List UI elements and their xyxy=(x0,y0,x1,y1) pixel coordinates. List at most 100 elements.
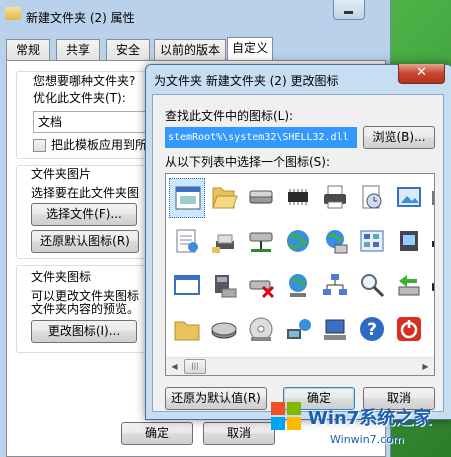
horizontal-scrollbar[interactable]: ◀ ||| ▶ xyxy=(166,357,434,375)
icon-cell[interactable] xyxy=(317,266,353,306)
minimize-button[interactable] xyxy=(333,0,365,20)
network-doc-icon xyxy=(212,234,234,253)
icon-cell[interactable] xyxy=(169,266,205,306)
minimize-icon xyxy=(344,11,353,14)
find-icons-label: 查找此文件中的图标(L): xyxy=(165,109,294,123)
icon-cell[interactable] xyxy=(428,266,434,306)
folder-icon xyxy=(174,321,200,341)
grid-doc-icon xyxy=(360,230,384,252)
icon-cell[interactable] xyxy=(169,178,205,218)
dialog-title: 为文件夹 新建文件夹 (2) 更改图标 xyxy=(154,74,339,88)
icon-cell[interactable] xyxy=(391,310,427,350)
folder-icons-heading: 文件夹图标 xyxy=(31,270,92,284)
green-arrow-icon xyxy=(398,275,420,296)
windows-logo-icon xyxy=(271,402,301,430)
network-icon xyxy=(326,230,348,254)
folder-icons-desc-2: 文件夹内容的预览。 xyxy=(31,302,140,316)
icon-cell[interactable] xyxy=(169,222,205,262)
drive-network-icon xyxy=(249,232,273,252)
scroll-thumb[interactable]: ||| xyxy=(184,359,206,374)
icon-cell[interactable] xyxy=(391,178,427,218)
icon-cell[interactable] xyxy=(280,178,316,218)
icon-cell[interactable] xyxy=(428,178,434,218)
icon-cell[interactable] xyxy=(317,222,353,262)
icon-cell[interactable] xyxy=(354,178,390,218)
app-window-icon xyxy=(400,231,418,251)
watermark-brand: Win7系统之家 xyxy=(308,408,432,429)
icon-list[interactable]: ? ◀ ||| ▶ xyxy=(165,173,435,376)
apply-template-label: 把此模板应用到所 xyxy=(51,138,148,152)
icon-file-path-input[interactable]: stemRoot%\system32\SHELL32.dll xyxy=(165,127,357,148)
icon-cell[interactable] xyxy=(317,310,353,350)
network-computer-icon xyxy=(287,319,311,339)
tab-security[interactable]: 安全 xyxy=(106,39,150,60)
scroll-right-arrow-icon[interactable]: ▶ xyxy=(417,358,434,375)
icon-cell[interactable] xyxy=(206,222,242,262)
change-icon-dialog: 为文件夹 新建文件夹 (2) 更改图标 ✕ 查找此文件中的图标(L): stem… xyxy=(145,64,451,420)
monitor-icon xyxy=(324,319,346,340)
icon-cell[interactable] xyxy=(243,266,279,306)
icon-cell[interactable] xyxy=(243,222,279,262)
tab-previous-versions[interactable]: 以前的版本 xyxy=(154,39,226,60)
icon-cell[interactable] xyxy=(206,310,242,350)
icon-cell[interactable] xyxy=(280,266,316,306)
icon-cell[interactable] xyxy=(354,222,390,262)
drive-x-icon xyxy=(249,280,275,299)
optimize-question: 您想要哪种文件夹? xyxy=(33,74,136,88)
shortcut-icon xyxy=(432,241,434,247)
network-icon xyxy=(323,274,347,295)
folder-open-icon xyxy=(212,187,238,209)
icon-cell[interactable] xyxy=(206,266,242,306)
cancel-button[interactable]: 取消 xyxy=(203,422,275,445)
printer-icon xyxy=(324,185,346,209)
site-watermark: Win7系统之家 Winwin7.com xyxy=(268,396,451,457)
image-icon xyxy=(397,187,421,207)
tab-sharing[interactable]: 共享 xyxy=(56,39,100,60)
magnifier-icon xyxy=(361,274,385,298)
globe-icon xyxy=(287,230,310,252)
icon-cell[interactable] xyxy=(391,266,427,306)
icon-cell[interactable] xyxy=(243,178,279,218)
choose-file-button[interactable]: 选择文件(F)... xyxy=(31,203,137,226)
apply-template-checkbox[interactable] xyxy=(33,139,46,152)
tab-customize[interactable]: 自定义 xyxy=(227,37,273,61)
chip-icon xyxy=(288,189,308,205)
change-icon-button[interactable]: 更改图标(I)... xyxy=(31,320,137,343)
cd-icon xyxy=(249,317,273,341)
globe-icon xyxy=(289,274,308,297)
watermark-url: Winwin7.com xyxy=(330,433,404,446)
folder-icon xyxy=(5,7,21,20)
dialog-body: 查找此文件中的图标(L): stemRoot%\system32\SHELL32… xyxy=(152,94,444,412)
icon-cell[interactable] xyxy=(354,266,390,306)
icon-cell[interactable] xyxy=(243,310,279,350)
clock-doc-icon xyxy=(362,185,382,209)
app-window-icon xyxy=(174,275,200,295)
disc-icon xyxy=(432,283,434,291)
icon-cell[interactable] xyxy=(169,310,205,350)
svg-text:?: ? xyxy=(367,320,377,340)
drive-icon xyxy=(249,190,273,204)
drive-icon xyxy=(211,322,237,339)
power-icon xyxy=(397,317,421,341)
ok-button[interactable]: 确定 xyxy=(121,422,193,445)
browse-button[interactable]: 浏览(B)... xyxy=(363,126,435,149)
folder-pictures-heading: 文件夹图片 xyxy=(31,167,92,181)
help-icon: ? xyxy=(360,317,384,341)
icon-cell[interactable] xyxy=(391,222,427,262)
restore-defaults-button[interactable]: 还原为默认值(R) xyxy=(165,387,267,410)
icon-cell[interactable] xyxy=(280,310,316,350)
shield-settings-icon xyxy=(176,229,198,253)
tab-general[interactable]: 常规 xyxy=(6,39,50,60)
drive-network-icon xyxy=(215,275,237,298)
icon-cell[interactable] xyxy=(280,222,316,262)
icon-cell[interactable] xyxy=(428,222,434,262)
optimize-label: 优化此文件夹(T): xyxy=(33,91,126,105)
close-button[interactable]: ✕ xyxy=(398,64,445,84)
folder-pictures-text: 选择要在此文件夹图 xyxy=(31,186,140,200)
icon-cell[interactable] xyxy=(206,178,242,218)
folder-icon xyxy=(432,191,434,205)
scroll-left-arrow-icon[interactable]: ◀ xyxy=(166,358,183,375)
icon-cell[interactable] xyxy=(317,178,353,218)
icon-cell[interactable]: ? xyxy=(354,310,390,350)
restore-default-image-button[interactable]: 还原默认图标(R) xyxy=(31,230,139,253)
